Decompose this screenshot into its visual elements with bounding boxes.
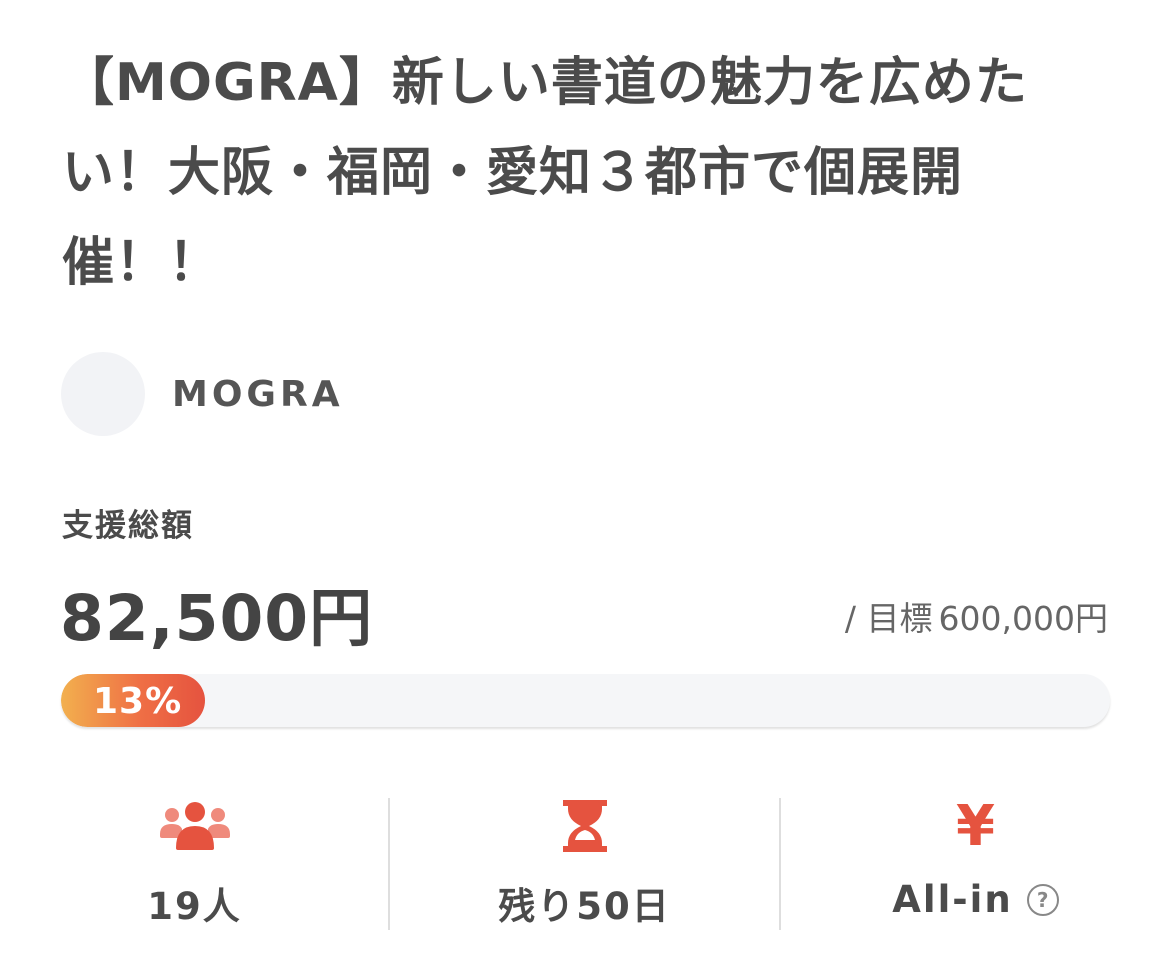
funding-progress-bar: 13%	[61, 674, 1110, 727]
remaining-days: 残り50日	[498, 885, 671, 928]
people-icon	[159, 798, 231, 854]
project-stats: 19人 残り50日 ¥ All-in ?	[0, 798, 1170, 930]
owner-avatar[interactable]	[61, 352, 145, 436]
support-total-amount: 82,500円	[60, 582, 374, 655]
goal-amount: / 目標 600,000円	[845, 592, 1108, 640]
supporters-count: 19人	[147, 885, 242, 928]
funding-type[interactable]: All-in ?	[892, 878, 1059, 921]
project-title: 【MOGRA】新しい書道の魅力を広めたい！大阪・福岡・愛知３都市で個展開催！！	[62, 53, 1028, 293]
hourglass-icon	[562, 798, 607, 854]
goal-value: 600,000円	[938, 599, 1108, 638]
funding-type-stat[interactable]: ¥ All-in ?	[781, 798, 1170, 930]
remaining-stat: 残り50日	[390, 798, 779, 930]
goal-prefix: / 目標	[844, 599, 933, 638]
funding-type-label[interactable]: All-in	[892, 878, 1012, 921]
owner-name[interactable]: MOGRA	[172, 374, 344, 415]
project-owner[interactable]: MOGRA	[61, 352, 344, 436]
supporters-stat: 19人	[0, 798, 389, 930]
question-circle-icon[interactable]: ?	[1026, 883, 1059, 916]
support-total-label: 支援総額	[62, 508, 194, 544]
yen-icon: ¥	[956, 794, 995, 859]
funding-progress-percent: 13%	[93, 681, 183, 722]
